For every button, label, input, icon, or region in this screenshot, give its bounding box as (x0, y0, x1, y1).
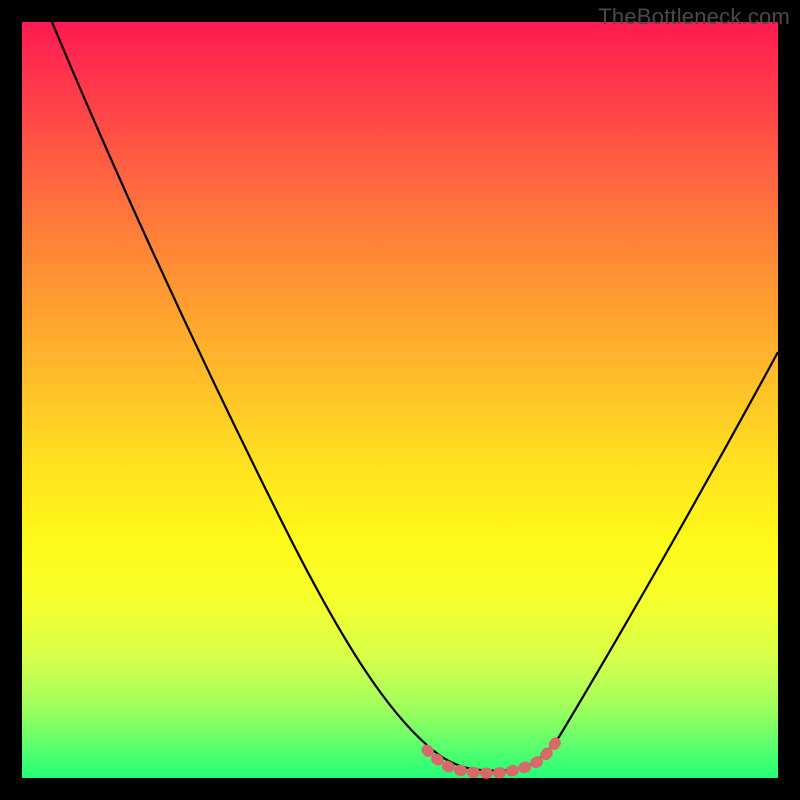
chart-frame: TheBottleneck.com (0, 0, 800, 800)
bottleneck-curve-path (52, 22, 778, 771)
optimal-zone-marker (427, 742, 556, 773)
plot-area (22, 22, 778, 778)
watermark-text: TheBottleneck.com (598, 4, 790, 30)
chart-svg (22, 22, 778, 778)
